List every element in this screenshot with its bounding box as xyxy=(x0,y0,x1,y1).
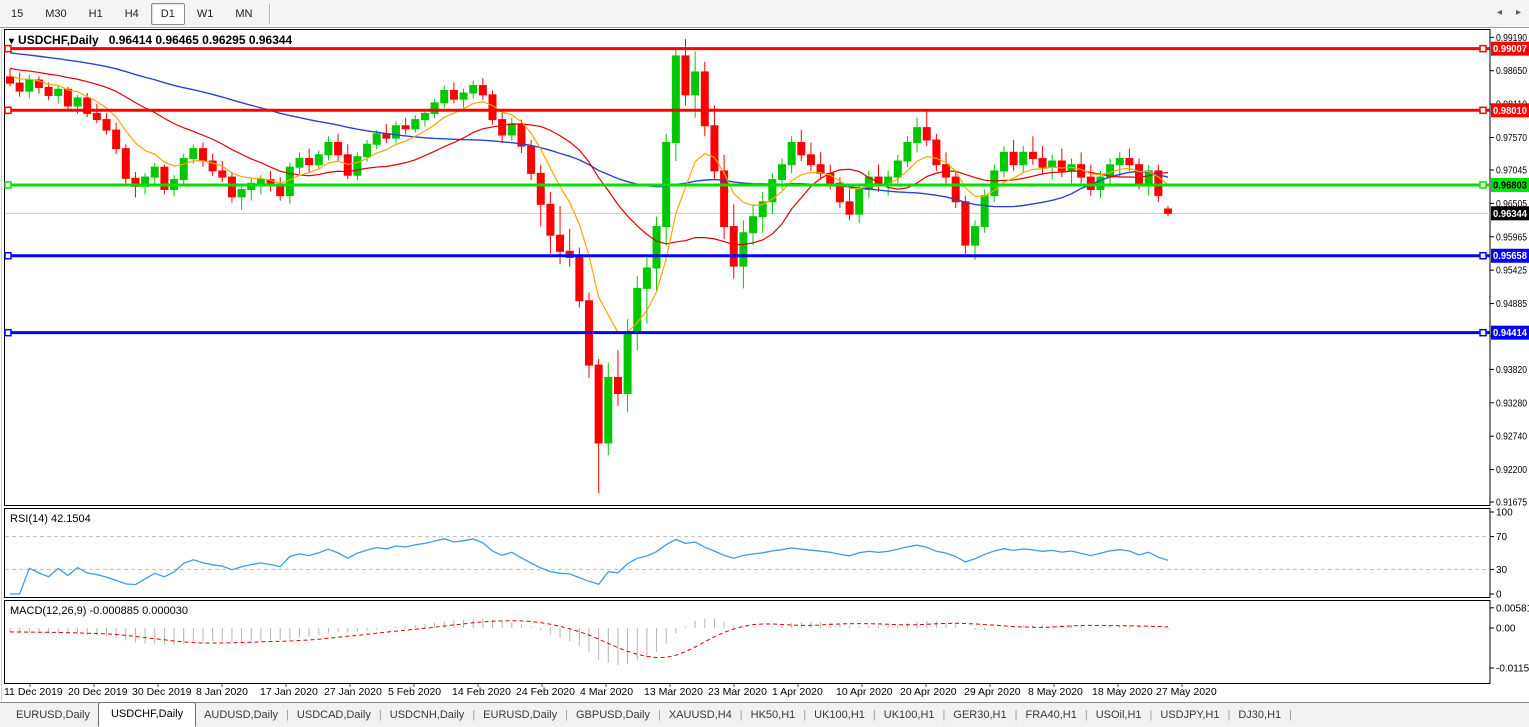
svg-text:30: 30 xyxy=(1496,565,1508,576)
svg-text:0.92740: 0.92740 xyxy=(1496,432,1527,443)
svg-text:0.94885: 0.94885 xyxy=(1496,299,1527,310)
svg-text:-0.01151: -0.01151 xyxy=(1496,663,1529,674)
svg-text:0.97045: 0.97045 xyxy=(1496,165,1527,176)
tab-dj30-h1[interactable]: DJ30,H1 xyxy=(1230,705,1289,725)
tab-fra40-h1[interactable]: FRA40,H1 xyxy=(1017,705,1084,725)
svg-text:10 Apr 2020: 10 Apr 2020 xyxy=(836,686,893,698)
svg-text:20 Apr 2020: 20 Apr 2020 xyxy=(900,686,957,698)
svg-text:29 Apr 2020: 29 Apr 2020 xyxy=(964,686,1021,698)
svg-text:0.95425: 0.95425 xyxy=(1496,266,1527,277)
svg-text:20 Dec 2019: 20 Dec 2019 xyxy=(68,686,128,698)
tab-xauusd-h4[interactable]: XAUUSD,H4 xyxy=(661,705,740,725)
tab-scroll-left-button[interactable]: ◂ xyxy=(1497,7,1502,18)
svg-text:24 Feb 2020: 24 Feb 2020 xyxy=(516,686,575,698)
timeframe-button-15[interactable]: 15 xyxy=(1,3,33,25)
svg-text:100: 100 xyxy=(1496,508,1513,519)
svg-text:1 Apr 2020: 1 Apr 2020 xyxy=(772,686,823,698)
toolbar-separator xyxy=(269,4,271,24)
symbol-dropdown-icon[interactable]: ▾ xyxy=(9,36,14,47)
tab-usdchf-daily-active[interactable]: USDCHF,Daily xyxy=(98,702,196,727)
svg-text:0.94414: 0.94414 xyxy=(1493,328,1527,339)
hline-handle[interactable] xyxy=(5,107,11,113)
svg-text:17 Jan 2020: 17 Jan 2020 xyxy=(260,686,318,698)
timeframe-button-mn[interactable]: MN xyxy=(225,3,262,25)
svg-text:0.93280: 0.93280 xyxy=(1496,398,1527,409)
svg-text:27 Jan 2020: 27 Jan 2020 xyxy=(324,686,382,698)
svg-text:70: 70 xyxy=(1496,532,1508,543)
svg-text:8 Jan 2020: 8 Jan 2020 xyxy=(196,686,248,698)
mt4-window: 15M30H1H4D1W1MN 0.991900.986500.981100.9… xyxy=(0,0,1529,727)
timeframe-button-w1[interactable]: W1 xyxy=(187,3,224,25)
chart-title: ▾ USDCHF,Daily 0.96414 0.96465 0.96295 0.9… xyxy=(9,33,292,47)
svg-text:0.98650: 0.98650 xyxy=(1496,66,1527,77)
time-axis[interactable]: 11 Dec 2019 20 Dec 2019 30 Dec 2019 8 Jan 2… xyxy=(4,684,1217,698)
tab-separator: | xyxy=(1289,709,1292,721)
svg-text:27 May 2020: 27 May 2020 xyxy=(1156,686,1217,698)
tab-gbpusd-daily[interactable]: GBPUSD,Daily xyxy=(568,705,658,725)
tab-eurusd-daily[interactable]: EURUSD,Daily xyxy=(475,705,565,725)
svg-text:0: 0 xyxy=(1496,590,1502,601)
svg-text:0.97570: 0.97570 xyxy=(1496,133,1527,144)
svg-text:8 May 2020: 8 May 2020 xyxy=(1028,686,1083,698)
svg-text:0.95965: 0.95965 xyxy=(1496,232,1527,243)
svg-text:14 Feb 2020: 14 Feb 2020 xyxy=(452,686,511,698)
svg-text:0.96344: 0.96344 xyxy=(1493,209,1527,220)
svg-text:0.99007: 0.99007 xyxy=(1493,44,1527,55)
tab-uk100-h1[interactable]: UK100,H1 xyxy=(876,705,943,725)
svg-text:11 Dec 2019: 11 Dec 2019 xyxy=(4,686,63,698)
svg-text:0.95658: 0.95658 xyxy=(1493,251,1527,262)
tab-usdcnh-daily[interactable]: USDCNH,Daily xyxy=(382,705,473,725)
timeframe-button-h1[interactable]: H1 xyxy=(79,3,113,25)
svg-text:0.93820: 0.93820 xyxy=(1496,365,1527,376)
hline-handle[interactable] xyxy=(1480,46,1486,52)
svg-text:0.005818: 0.005818 xyxy=(1496,603,1529,614)
svg-text:13 Mar 2020: 13 Mar 2020 xyxy=(644,686,703,698)
hline-handle[interactable] xyxy=(1480,107,1486,113)
svg-text:18 May 2020: 18 May 2020 xyxy=(1092,686,1153,698)
hline-handle[interactable] xyxy=(5,330,11,336)
tab-usdcad-daily[interactable]: USDCAD,Daily xyxy=(289,705,379,725)
svg-text:5 Feb 2020: 5 Feb 2020 xyxy=(388,686,441,698)
svg-text:30 Dec 2019: 30 Dec 2019 xyxy=(132,686,192,698)
tab-usoil-h1[interactable]: USOil,H1 xyxy=(1088,705,1150,725)
svg-text:0.92200: 0.92200 xyxy=(1496,465,1527,476)
timeframe-button-h4[interactable]: H4 xyxy=(115,3,149,25)
svg-text:0.00: 0.00 xyxy=(1496,624,1516,635)
hline-handle[interactable] xyxy=(5,253,11,259)
svg-text:4 Mar 2020: 4 Mar 2020 xyxy=(580,686,633,698)
hline-handle[interactable] xyxy=(1480,253,1486,259)
tab-usdjpy-h1[interactable]: USDJPY,H1 xyxy=(1152,705,1227,725)
tab-scroll-arrows: ◂ ▸ xyxy=(1497,7,1521,18)
hline-handle[interactable] xyxy=(1480,182,1486,188)
rsi-indicator-label: RSI(14) 42.1504 xyxy=(10,513,91,525)
svg-text:0.98010: 0.98010 xyxy=(1493,106,1527,117)
timeframe-button-d1[interactable]: D1 xyxy=(151,3,185,25)
timeframe-button-m30[interactable]: M30 xyxy=(35,3,76,25)
tab-ger30-h1[interactable]: GER30,H1 xyxy=(945,705,1014,725)
hline-handle[interactable] xyxy=(5,182,11,188)
tab-hk50-h1[interactable]: HK50,H1 xyxy=(743,705,804,725)
tab-scroll-right-button[interactable]: ▸ xyxy=(1516,7,1521,18)
macd-indicator-label: MACD(12,26,9) -0.000885 0.000030 xyxy=(10,605,188,617)
chart-tab-bar: EURUSD,DailyUSDCHF,DailyAUDUSD,Daily|USD… xyxy=(0,702,1529,727)
timeframe-toolbar: 15M30H1H4D1W1MN xyxy=(0,0,1529,28)
chart-ohlc-values: 0.96414 0.96465 0.96295 0.96344 xyxy=(109,33,293,47)
svg-text:0.96803: 0.96803 xyxy=(1493,180,1527,191)
price-axis[interactable]: 0.991900.986500.981100.975700.970450.965… xyxy=(1490,33,1529,675)
tab-eurusd-daily[interactable]: EURUSD,Daily xyxy=(8,705,98,725)
tab-uk100-h1[interactable]: UK100,H1 xyxy=(806,705,873,725)
svg-text:23 Mar 2020: 23 Mar 2020 xyxy=(708,686,767,698)
chart-symbol-label: USDCHF,Daily xyxy=(18,33,99,47)
chart-canvas[interactable]: 0.991900.986500.981100.975700.970450.965… xyxy=(0,0,1529,727)
hline-handle[interactable] xyxy=(1480,330,1486,336)
tab-audusd-daily[interactable]: AUDUSD,Daily xyxy=(196,705,286,725)
